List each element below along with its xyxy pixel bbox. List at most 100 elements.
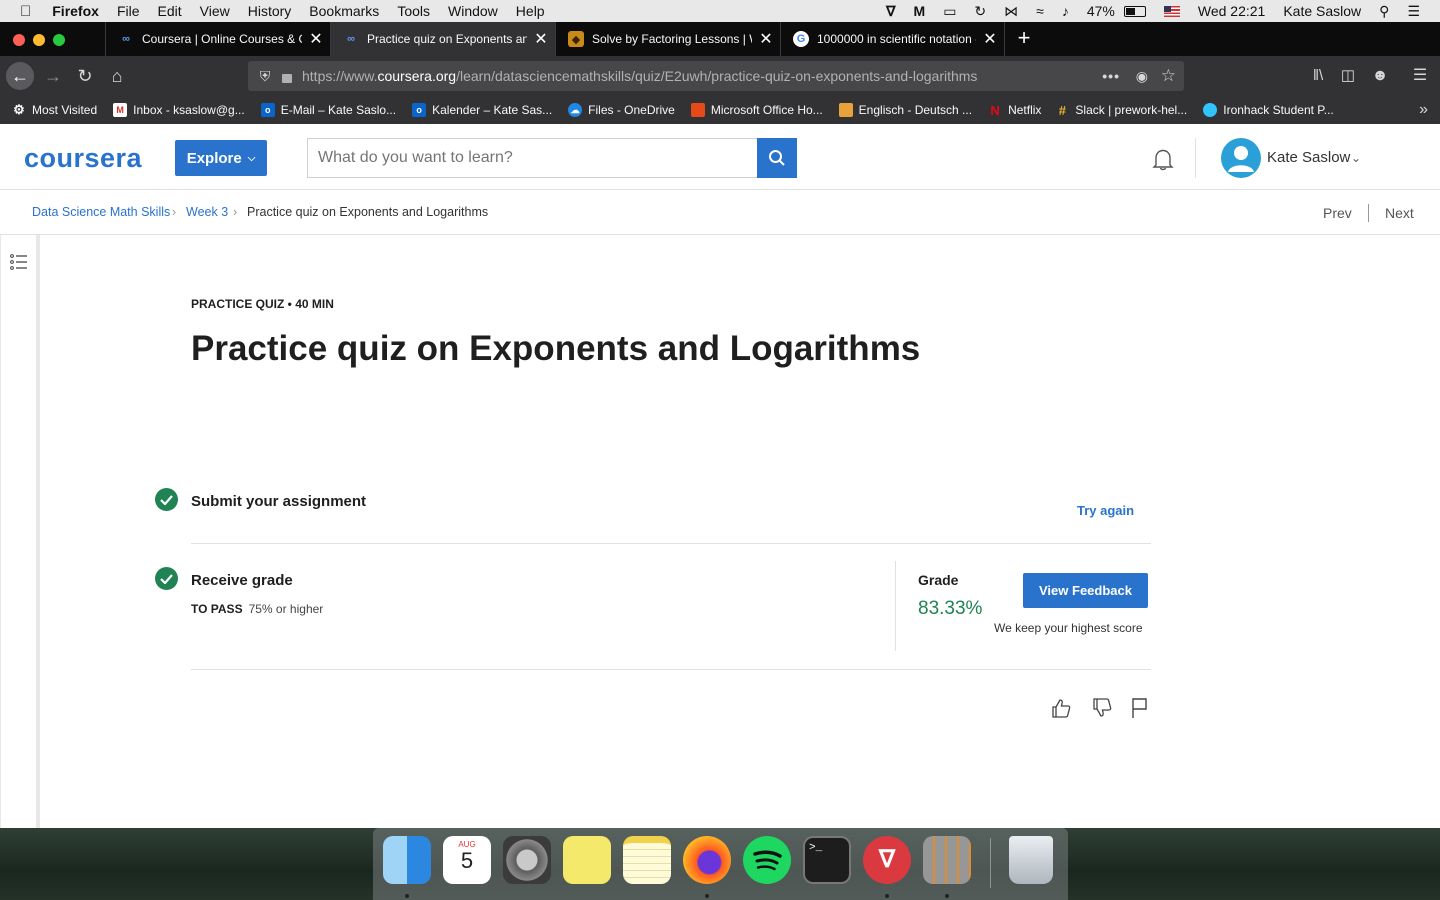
window-close-button[interactable]	[13, 34, 25, 46]
tracking-protection-shield-icon[interactable]: ⛨	[258, 68, 272, 85]
spotify-waves-icon	[753, 850, 782, 871]
prev-link[interactable]: Prev	[1323, 205, 1352, 221]
browser-tab[interactable]: ∞ Coursera | Online Courses & Credential…	[105, 22, 330, 56]
sidebar-toggle-icon[interactable]: ◫	[1336, 64, 1360, 88]
menu-view[interactable]: View	[200, 3, 230, 19]
vpn-status-icon[interactable]: ∇	[886, 3, 895, 20]
browser-tab-active[interactable]: ∞ Practice quiz on Exponents and Logarit…	[330, 22, 555, 56]
user-name[interactable]: Kate Saslow	[1267, 149, 1350, 166]
tab-close-icon[interactable]: ✕	[527, 29, 555, 49]
search-input[interactable]	[307, 138, 758, 178]
tab-close-icon[interactable]: ✕	[302, 29, 330, 49]
pocket-icon[interactable]: ◉	[1136, 68, 1148, 85]
menu-history[interactable]: History	[248, 3, 292, 19]
back-arrow-icon[interactable]: ←	[6, 62, 34, 90]
bookmarks-overflow-chevron-icon[interactable]: »	[1419, 101, 1428, 119]
search-button[interactable]	[757, 138, 797, 178]
notification-bell-icon[interactable]	[1150, 146, 1176, 172]
coursera-logo[interactable]: coursera	[24, 143, 142, 174]
menu-help[interactable]: Help	[516, 3, 545, 19]
bookmark-outlook-mail[interactable]: o E-Mail – Kate Saslo...	[260, 103, 396, 117]
menu-tools[interactable]: Tools	[397, 3, 430, 19]
terminal-icon[interactable]: >_	[803, 836, 851, 884]
browser-tab[interactable]: ◆ Solve by Factoring Lessons | W ✕	[555, 22, 780, 56]
list-menu-icon[interactable]	[10, 254, 28, 270]
battery-percent[interactable]: 47%	[1087, 3, 1115, 19]
new-tab-icon[interactable]: +	[1012, 26, 1036, 50]
home-icon[interactable]: ⌂	[105, 64, 129, 88]
thumbs-up-icon[interactable]	[1050, 697, 1072, 719]
user-silhouette-icon	[1228, 146, 1254, 172]
explore-button[interactable]: Explore ⌵	[175, 140, 267, 176]
try-again-link[interactable]: Try again	[1077, 503, 1134, 518]
reload-icon[interactable]: ↻	[73, 64, 97, 88]
firefox-icon[interactable]	[683, 836, 731, 884]
account-icon[interactable]: ☻	[1368, 64, 1392, 88]
menu-edit[interactable]: Edit	[158, 3, 182, 19]
airplay-icon[interactable]: ▭	[943, 3, 956, 20]
library-icon[interactable]: ‖\	[1306, 64, 1330, 88]
thumbs-down-icon[interactable]	[1091, 697, 1113, 719]
chevron-down-icon[interactable]: ⌄	[1351, 151, 1361, 165]
clock[interactable]: Wed 22:21	[1198, 3, 1265, 19]
trash-icon[interactable]	[1009, 836, 1053, 884]
battery-icon[interactable]	[1123, 5, 1146, 17]
tab-close-icon[interactable]: ✕	[976, 29, 1004, 49]
stickies-icon[interactable]	[563, 836, 611, 884]
next-link[interactable]: Next	[1385, 205, 1414, 221]
view-feedback-button[interactable]: View Feedback	[1023, 573, 1148, 608]
finder-icon[interactable]	[383, 836, 431, 884]
apple-menu-icon[interactable]: 	[20, 3, 31, 20]
notification-center-icon[interactable]: ☰	[1407, 3, 1420, 20]
window-zoom-button[interactable]	[53, 34, 65, 46]
url-text[interactable]: https://www.coursera.org/learn/datascien…	[302, 68, 977, 84]
page-actions-menu-icon[interactable]: •••	[1102, 68, 1120, 84]
menu-bookmarks[interactable]: Bookmarks	[309, 3, 379, 19]
bookmark-gmail[interactable]: M Inbox - ksaslow@g...	[113, 103, 245, 117]
window-minimize-button[interactable]	[33, 34, 45, 46]
lock-icon[interactable]	[282, 73, 292, 83]
bookmark-star-icon[interactable]: ☆	[1161, 66, 1176, 86]
bookmark-onedrive[interactable]: ☁ Files - OneDrive	[568, 103, 675, 117]
menu-app-name[interactable]: Firefox	[52, 3, 99, 19]
dictionary-icon	[838, 103, 853, 117]
url-bar[interactable]: ⛨ https://www.coursera.org/learn/datasci…	[248, 61, 1184, 91]
volume-icon[interactable]: ♪	[1062, 3, 1069, 19]
wifi-icon[interactable]: ≈	[1036, 3, 1044, 19]
notes-icon[interactable]	[623, 836, 671, 884]
browser-tab[interactable]: G 1000000 in scientific notation - Googl…	[780, 22, 1005, 56]
macos-dock: AUG 5 >_ ∇	[373, 828, 1068, 900]
chevron-down-icon: ⌵	[247, 152, 256, 164]
bookmark-outlook-calendar[interactable]: o Kalender – Kate Sas...	[412, 103, 552, 117]
time-machine-icon[interactable]: ↻	[974, 3, 986, 20]
menu-window[interactable]: Window	[448, 3, 498, 19]
breadcrumb-week[interactable]: Week 3	[186, 205, 228, 219]
bookmark-slack[interactable]: # Slack | prework-hel...	[1055, 103, 1187, 118]
calendar-icon[interactable]: AUG 5	[443, 836, 491, 884]
forward-arrow-icon[interactable]: →	[41, 64, 65, 88]
malwarebytes-icon[interactable]: M	[914, 3, 926, 19]
bookmark-label: Englisch - Deutsch ...	[858, 103, 973, 117]
macos-menubar:  Firefox File Edit View History Bookmar…	[0, 0, 1440, 22]
bookmark-office[interactable]: Microsoft Office Ho...	[690, 103, 823, 117]
flag-icon[interactable]	[1130, 697, 1150, 719]
menu-file[interactable]: File	[117, 3, 140, 19]
bluetooth-icon[interactable]: ⋈	[1004, 3, 1018, 20]
bookmark-ironhack[interactable]: Ironhack Student P...	[1203, 103, 1334, 117]
bookmark-most-visited[interactable]: ⚙ Most Visited	[12, 102, 97, 117]
expressvpn-icon[interactable]: ∇	[863, 836, 911, 884]
page-title: Practice quiz on Exponents and Logarithm…	[191, 329, 921, 368]
avatar[interactable]	[1221, 138, 1261, 178]
tab-close-icon[interactable]: ✕	[752, 29, 780, 49]
calculator-icon[interactable]	[923, 836, 971, 884]
menubar-user[interactable]: Kate Saslow	[1283, 3, 1361, 19]
input-source-flag-icon[interactable]	[1163, 5, 1180, 17]
system-preferences-icon[interactable]	[503, 836, 551, 884]
hamburger-menu-icon[interactable]: ☰	[1408, 64, 1432, 88]
bookmark-dictionary[interactable]: Englisch - Deutsch ...	[838, 103, 973, 117]
breadcrumb-course[interactable]: Data Science Math Skills	[32, 205, 170, 219]
header-divider	[1195, 138, 1196, 178]
spotlight-search-icon[interactable]: ⚲	[1379, 3, 1389, 20]
spotify-icon[interactable]	[743, 836, 791, 884]
bookmark-netflix[interactable]: N Netflix	[988, 103, 1041, 118]
